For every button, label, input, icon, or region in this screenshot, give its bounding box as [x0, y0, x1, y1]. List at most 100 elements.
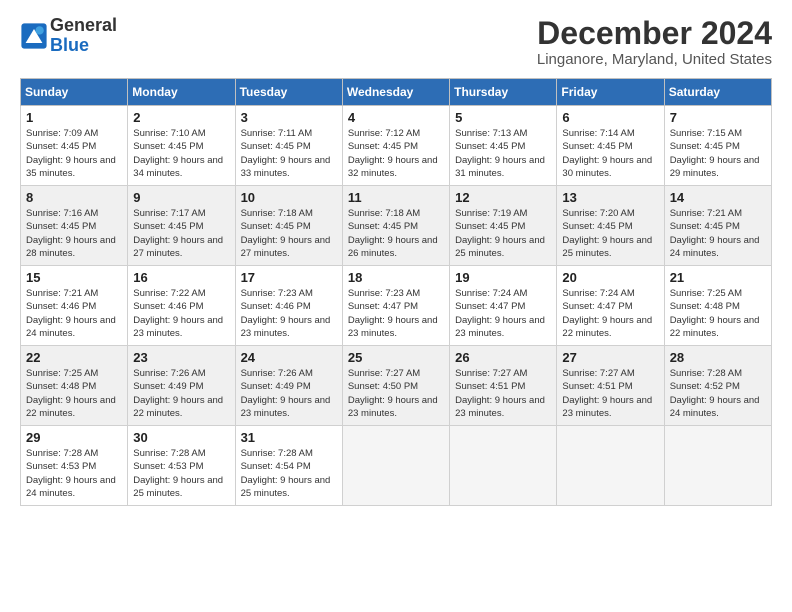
day-number: 10	[241, 190, 337, 205]
day-cell: 13 Sunrise: 7:20 AM Sunset: 4:45 PM Dayl…	[557, 186, 664, 266]
day-cell: 20 Sunrise: 7:24 AM Sunset: 4:47 PM Dayl…	[557, 266, 664, 346]
calendar-header-row: SundayMondayTuesdayWednesdayThursdayFrid…	[21, 79, 772, 106]
day-cell: 15 Sunrise: 7:21 AM Sunset: 4:46 PM Dayl…	[21, 266, 128, 346]
day-cell: 7 Sunrise: 7:15 AM Sunset: 4:45 PM Dayli…	[664, 106, 771, 186]
day-info: Sunrise: 7:28 AM Sunset: 4:52 PM Dayligh…	[670, 367, 766, 420]
day-cell: 1 Sunrise: 7:09 AM Sunset: 4:45 PM Dayli…	[21, 106, 128, 186]
subtitle: Linganore, Maryland, United States	[537, 51, 772, 68]
day-info: Sunrise: 7:23 AM Sunset: 4:47 PM Dayligh…	[348, 287, 444, 340]
day-number: 27	[562, 350, 658, 365]
day-info: Sunrise: 7:12 AM Sunset: 4:45 PM Dayligh…	[348, 127, 444, 180]
day-cell: 9 Sunrise: 7:17 AM Sunset: 4:45 PM Dayli…	[128, 186, 235, 266]
day-number: 3	[241, 110, 337, 125]
day-cell	[342, 426, 449, 506]
day-info: Sunrise: 7:10 AM Sunset: 4:45 PM Dayligh…	[133, 127, 229, 180]
day-info: Sunrise: 7:24 AM Sunset: 4:47 PM Dayligh…	[562, 287, 658, 340]
day-info: Sunrise: 7:21 AM Sunset: 4:46 PM Dayligh…	[26, 287, 122, 340]
day-number: 25	[348, 350, 444, 365]
day-cell: 21 Sunrise: 7:25 AM Sunset: 4:48 PM Dayl…	[664, 266, 771, 346]
day-info: Sunrise: 7:23 AM Sunset: 4:46 PM Dayligh…	[241, 287, 337, 340]
day-cell: 26 Sunrise: 7:27 AM Sunset: 4:51 PM Dayl…	[450, 346, 557, 426]
day-number: 16	[133, 270, 229, 285]
day-cell: 2 Sunrise: 7:10 AM Sunset: 4:45 PM Dayli…	[128, 106, 235, 186]
day-number: 19	[455, 270, 551, 285]
week-row-3: 15 Sunrise: 7:21 AM Sunset: 4:46 PM Dayl…	[21, 266, 772, 346]
week-row-4: 22 Sunrise: 7:25 AM Sunset: 4:48 PM Dayl…	[21, 346, 772, 426]
day-info: Sunrise: 7:19 AM Sunset: 4:45 PM Dayligh…	[455, 207, 551, 260]
logo-blue: Blue	[50, 36, 117, 56]
day-number: 23	[133, 350, 229, 365]
day-info: Sunrise: 7:25 AM Sunset: 4:48 PM Dayligh…	[26, 367, 122, 420]
day-info: Sunrise: 7:28 AM Sunset: 4:53 PM Dayligh…	[133, 447, 229, 500]
day-number: 8	[26, 190, 122, 205]
day-number: 18	[348, 270, 444, 285]
day-info: Sunrise: 7:18 AM Sunset: 4:45 PM Dayligh…	[241, 207, 337, 260]
day-cell: 17 Sunrise: 7:23 AM Sunset: 4:46 PM Dayl…	[235, 266, 342, 346]
col-header-saturday: Saturday	[664, 79, 771, 106]
day-cell: 6 Sunrise: 7:14 AM Sunset: 4:45 PM Dayli…	[557, 106, 664, 186]
day-number: 31	[241, 430, 337, 445]
col-header-monday: Monday	[128, 79, 235, 106]
day-info: Sunrise: 7:27 AM Sunset: 4:51 PM Dayligh…	[562, 367, 658, 420]
col-header-sunday: Sunday	[21, 79, 128, 106]
day-info: Sunrise: 7:21 AM Sunset: 4:45 PM Dayligh…	[670, 207, 766, 260]
day-info: Sunrise: 7:14 AM Sunset: 4:45 PM Dayligh…	[562, 127, 658, 180]
day-number: 7	[670, 110, 766, 125]
day-info: Sunrise: 7:20 AM Sunset: 4:45 PM Dayligh…	[562, 207, 658, 260]
day-info: Sunrise: 7:24 AM Sunset: 4:47 PM Dayligh…	[455, 287, 551, 340]
day-number: 12	[455, 190, 551, 205]
day-info: Sunrise: 7:15 AM Sunset: 4:45 PM Dayligh…	[670, 127, 766, 180]
day-number: 24	[241, 350, 337, 365]
col-header-thursday: Thursday	[450, 79, 557, 106]
day-cell: 4 Sunrise: 7:12 AM Sunset: 4:45 PM Dayli…	[342, 106, 449, 186]
day-number: 22	[26, 350, 122, 365]
week-row-2: 8 Sunrise: 7:16 AM Sunset: 4:45 PM Dayli…	[21, 186, 772, 266]
logo-general: General	[50, 16, 117, 36]
day-cell: 12 Sunrise: 7:19 AM Sunset: 4:45 PM Dayl…	[450, 186, 557, 266]
day-cell: 23 Sunrise: 7:26 AM Sunset: 4:49 PM Dayl…	[128, 346, 235, 426]
title-block: December 2024 Linganore, Maryland, Unite…	[537, 16, 772, 68]
day-cell: 28 Sunrise: 7:28 AM Sunset: 4:52 PM Dayl…	[664, 346, 771, 426]
day-cell: 3 Sunrise: 7:11 AM Sunset: 4:45 PM Dayli…	[235, 106, 342, 186]
day-cell: 11 Sunrise: 7:18 AM Sunset: 4:45 PM Dayl…	[342, 186, 449, 266]
day-number: 20	[562, 270, 658, 285]
day-info: Sunrise: 7:11 AM Sunset: 4:45 PM Dayligh…	[241, 127, 337, 180]
day-number: 9	[133, 190, 229, 205]
day-number: 11	[348, 190, 444, 205]
day-number: 15	[26, 270, 122, 285]
day-info: Sunrise: 7:25 AM Sunset: 4:48 PM Dayligh…	[670, 287, 766, 340]
day-number: 2	[133, 110, 229, 125]
day-info: Sunrise: 7:18 AM Sunset: 4:45 PM Dayligh…	[348, 207, 444, 260]
day-number: 26	[455, 350, 551, 365]
day-number: 30	[133, 430, 229, 445]
day-cell: 19 Sunrise: 7:24 AM Sunset: 4:47 PM Dayl…	[450, 266, 557, 346]
day-info: Sunrise: 7:28 AM Sunset: 4:53 PM Dayligh…	[26, 447, 122, 500]
day-number: 1	[26, 110, 122, 125]
day-number: 5	[455, 110, 551, 125]
day-cell: 22 Sunrise: 7:25 AM Sunset: 4:48 PM Dayl…	[21, 346, 128, 426]
day-cell: 27 Sunrise: 7:27 AM Sunset: 4:51 PM Dayl…	[557, 346, 664, 426]
day-cell: 29 Sunrise: 7:28 AM Sunset: 4:53 PM Dayl…	[21, 426, 128, 506]
day-info: Sunrise: 7:28 AM Sunset: 4:54 PM Dayligh…	[241, 447, 337, 500]
day-number: 17	[241, 270, 337, 285]
day-cell: 31 Sunrise: 7:28 AM Sunset: 4:54 PM Dayl…	[235, 426, 342, 506]
day-number: 14	[670, 190, 766, 205]
day-cell: 24 Sunrise: 7:26 AM Sunset: 4:49 PM Dayl…	[235, 346, 342, 426]
week-row-5: 29 Sunrise: 7:28 AM Sunset: 4:53 PM Dayl…	[21, 426, 772, 506]
day-info: Sunrise: 7:16 AM Sunset: 4:45 PM Dayligh…	[26, 207, 122, 260]
day-info: Sunrise: 7:22 AM Sunset: 4:46 PM Dayligh…	[133, 287, 229, 340]
page-header: General Blue December 2024 Linganore, Ma…	[20, 16, 772, 68]
day-cell: 18 Sunrise: 7:23 AM Sunset: 4:47 PM Dayl…	[342, 266, 449, 346]
col-header-friday: Friday	[557, 79, 664, 106]
day-cell	[557, 426, 664, 506]
day-info: Sunrise: 7:26 AM Sunset: 4:49 PM Dayligh…	[133, 367, 229, 420]
day-number: 6	[562, 110, 658, 125]
day-info: Sunrise: 7:09 AM Sunset: 4:45 PM Dayligh…	[26, 127, 122, 180]
day-cell: 30 Sunrise: 7:28 AM Sunset: 4:53 PM Dayl…	[128, 426, 235, 506]
day-cell	[664, 426, 771, 506]
day-number: 28	[670, 350, 766, 365]
day-info: Sunrise: 7:13 AM Sunset: 4:45 PM Dayligh…	[455, 127, 551, 180]
main-title: December 2024	[537, 16, 772, 51]
day-cell: 25 Sunrise: 7:27 AM Sunset: 4:50 PM Dayl…	[342, 346, 449, 426]
col-header-wednesday: Wednesday	[342, 79, 449, 106]
